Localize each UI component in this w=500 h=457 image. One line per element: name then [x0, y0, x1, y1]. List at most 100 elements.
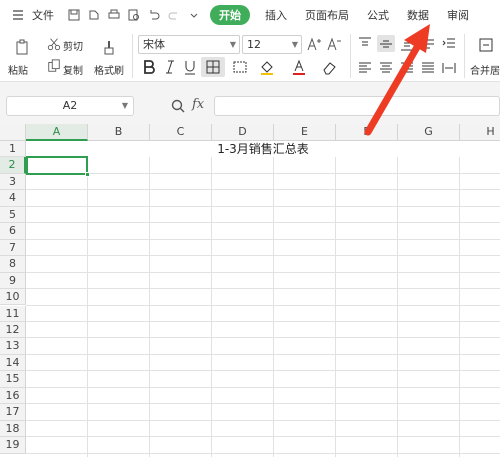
chevron-down-icon: ▼ [291, 40, 298, 49]
row-header-6[interactable]: 6 [0, 223, 26, 240]
select-all-corner[interactable] [0, 124, 26, 141]
tab-review[interactable]: 审阅 [447, 7, 469, 23]
row-header-7[interactable]: 7 [0, 239, 26, 257]
bold-icon[interactable] [141, 58, 157, 76]
copy-icon[interactable] [47, 59, 61, 73]
row-header-10[interactable]: 10 [0, 289, 26, 306]
tab-page-layout[interactable]: 页面布局 [305, 7, 349, 23]
format-painter-icon[interactable] [100, 36, 118, 58]
decrease-font-icon[interactable] [326, 36, 342, 52]
italic-icon[interactable] [162, 58, 178, 76]
row-gridline [26, 288, 500, 290]
row-gridline [26, 320, 500, 322]
row-header-3[interactable]: 3 [0, 173, 26, 191]
scissors-icon[interactable] [47, 37, 61, 51]
column-header-b[interactable]: B [88, 124, 150, 141]
divider [464, 34, 465, 78]
eraser-icon[interactable] [318, 58, 340, 76]
column-header-a[interactable]: A [26, 124, 88, 141]
copy-button[interactable]: 复制 [63, 62, 83, 77]
file-menu-label: 文件 [32, 9, 54, 22]
red-arrow-annotation [364, 24, 430, 136]
row-gridline [26, 271, 500, 273]
distribute-icon[interactable] [440, 59, 458, 76]
row-header-5[interactable]: 5 [0, 206, 26, 224]
borders-icon[interactable] [201, 57, 225, 77]
row-header-9[interactable]: 9 [0, 272, 26, 290]
row-gridline [26, 370, 500, 372]
fill-handle[interactable] [85, 171, 90, 177]
row-gridline [26, 419, 500, 421]
format-painter-button[interactable]: 格式刷 [94, 62, 124, 77]
row-header-13[interactable]: 13 [0, 338, 26, 355]
row-gridline [26, 386, 500, 388]
title-cell[interactable]: 1-3月销售汇总表 [26, 141, 500, 158]
row-header-4[interactable]: 4 [0, 190, 26, 207]
divider [132, 34, 133, 78]
export-icon[interactable] [87, 8, 101, 22]
row-gridline [26, 255, 500, 257]
row-gridline [26, 403, 500, 405]
row-gridline [26, 222, 500, 224]
spreadsheet-grid: ABCDEFGH123456789101112131415161718191-3… [0, 124, 500, 457]
name-box-value: A2 [62, 99, 78, 112]
chevron-down-icon[interactable] [187, 8, 201, 22]
row-header-15[interactable]: 15 [0, 371, 26, 388]
row-gridline [26, 353, 500, 355]
divider [350, 34, 351, 78]
row-header-8[interactable]: 8 [0, 256, 26, 273]
chevron-down-icon: ▼ [229, 40, 236, 49]
row-header-1[interactable]: 1 [0, 141, 26, 158]
selected-cell-a2[interactable] [26, 156, 90, 177]
fx-button[interactable]: fx [192, 97, 204, 112]
row-gridline [26, 304, 500, 306]
row-gridline [26, 172, 500, 174]
font-name-select[interactable]: 宋体 ▼ [138, 35, 240, 54]
name-box[interactable]: A2 ▼ [6, 96, 134, 116]
row-gridline [26, 189, 500, 191]
row-gridline [26, 337, 500, 339]
merge-center-button[interactable]: 合并居 [470, 62, 500, 77]
formula-input[interactable] [214, 96, 500, 116]
underline-icon[interactable] [182, 58, 198, 76]
row-header-14[interactable]: 14 [0, 354, 26, 372]
row-header-12[interactable]: 12 [0, 321, 26, 339]
row-gridline [26, 205, 500, 207]
print-icon[interactable] [107, 8, 121, 22]
paste-button[interactable]: 粘贴 [8, 62, 28, 77]
indent-icon[interactable] [440, 35, 458, 52]
cut-button[interactable]: 剪切 [63, 38, 83, 53]
row-gridline [26, 436, 500, 438]
increase-font-icon[interactable] [306, 36, 322, 52]
fill-color-icon[interactable] [256, 58, 278, 76]
row-header-17[interactable]: 17 [0, 404, 26, 421]
redo-icon[interactable] [167, 8, 181, 22]
zoom-search-icon[interactable] [170, 98, 186, 114]
row-header-16[interactable]: 16 [0, 387, 26, 405]
column-header-h[interactable]: H [460, 124, 500, 141]
column-header-c[interactable]: C [150, 124, 212, 141]
row-header-2[interactable]: 2 [0, 157, 26, 174]
tab-insert[interactable]: 插入 [265, 7, 287, 23]
paste-icon[interactable] [12, 36, 32, 58]
row-header-18[interactable]: 18 [0, 420, 26, 438]
save-icon[interactable] [67, 8, 81, 22]
hamburger-icon [11, 8, 25, 22]
row-header-11[interactable]: 11 [0, 305, 26, 322]
file-menu[interactable]: 文件 [8, 7, 54, 23]
chevron-down-icon: ▼ [121, 101, 128, 110]
font-name-value: 宋体 [143, 38, 165, 51]
font-color-icon[interactable] [288, 58, 310, 76]
merge-center-icon[interactable] [476, 35, 496, 55]
row-gridline [26, 452, 500, 454]
column-header-d[interactable]: D [212, 124, 274, 141]
font-size-select[interactable]: 12 ▼ [242, 35, 302, 54]
undo-icon[interactable] [147, 8, 161, 22]
row-header-19[interactable]: 19 [0, 437, 26, 454]
column-header-e[interactable]: E [274, 124, 336, 141]
row-gridline [26, 238, 500, 240]
merge-cells-icon[interactable] [229, 58, 251, 76]
print-preview-icon[interactable] [127, 8, 141, 22]
tab-home[interactable]: 开始 [210, 5, 250, 25]
font-size-value: 12 [247, 38, 261, 51]
